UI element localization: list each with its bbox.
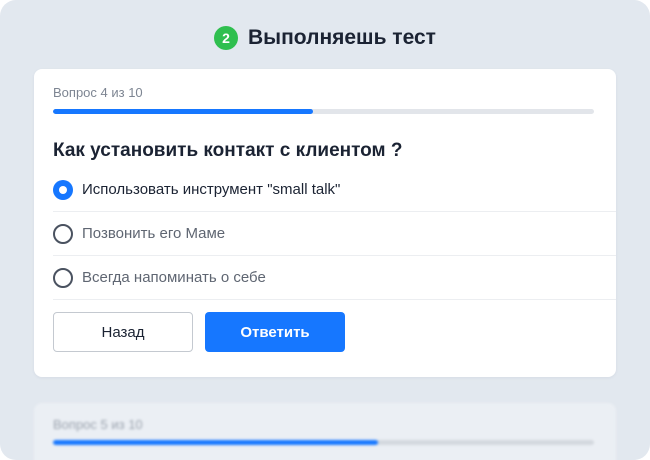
answer-option-label: Всегда напоминать о себе [82, 269, 266, 286]
step-title: Выполняешь тест [248, 26, 436, 49]
next-progress-label: Вопрос 5 из 10 [53, 417, 143, 432]
next-progress-bar [53, 440, 594, 445]
submit-button[interactable]: Ответить [205, 312, 345, 352]
progress-bar [53, 109, 594, 114]
quiz-panel: 2 Выполняешь тест Вопрос 4 из 10 Как уст… [0, 0, 650, 460]
answer-option-label: Использовать инструмент "small talk" [82, 181, 341, 198]
answer-options: Использовать инструмент "small talk" Поз… [53, 168, 616, 300]
progress-label: Вопрос 4 из 10 [53, 85, 143, 100]
radio-unchecked-icon[interactable] [53, 267, 73, 288]
question-card: Вопрос 4 из 10 Как установить контакт с … [34, 69, 616, 377]
next-question-card: Вопрос 5 из 10 [34, 403, 616, 460]
answer-option[interactable]: Использовать инструмент "small talk" [53, 168, 616, 212]
back-button[interactable]: Назад [53, 312, 193, 352]
answer-option-label: Позвонить его Маме [82, 225, 226, 242]
answer-option[interactable]: Позвонить его Маме [53, 212, 616, 256]
radio-checked-icon[interactable] [53, 179, 73, 200]
radio-unchecked-icon[interactable] [53, 223, 73, 244]
step-header: 2 Выполняешь тест [0, 24, 650, 52]
step-number-badge: 2 [214, 26, 239, 50]
progress-bar-fill [53, 109, 313, 114]
answer-option[interactable]: Всегда напоминать о себе [53, 256, 616, 300]
next-progress-bar-fill [53, 440, 378, 445]
question-text: Как установить контакт с клиентом ? [53, 140, 403, 161]
